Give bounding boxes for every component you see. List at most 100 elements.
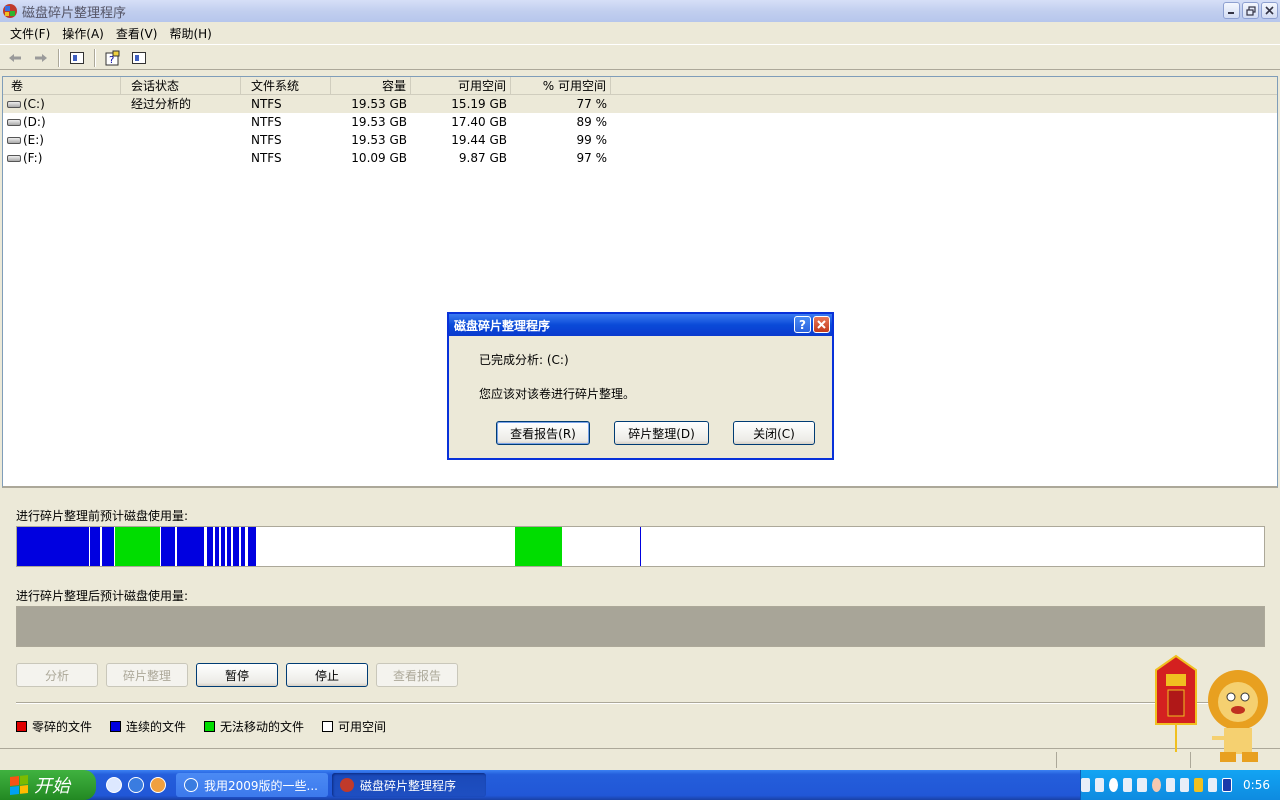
monitor-icon[interactable] — [1179, 778, 1189, 792]
lion-mascot-image — [1146, 652, 1280, 770]
keyboard-icon[interactable] — [1080, 778, 1091, 792]
taskbar-item-defrag[interactable]: 磁盘碎片整理程序 — [332, 773, 486, 797]
table-row[interactable]: (D:) NTFS 19.53 GB 17.40 GB 89 % — [3, 113, 1277, 131]
volume-status — [121, 113, 241, 131]
menu-bar: 文件(F) 操作(A) 查看(V) 帮助(H) — [0, 22, 1280, 45]
tray-app-icon[interactable] — [1151, 778, 1161, 792]
clock: 0:56 — [1243, 778, 1270, 792]
dialog-help-button[interactable]: ? — [794, 316, 811, 333]
legend-item: 无法移动的文件 — [204, 718, 304, 735]
chevron-left-icon[interactable] — [1109, 778, 1119, 792]
volume-status — [121, 149, 241, 167]
contiguous-segment — [233, 527, 239, 566]
start-button[interactable]: 开始 — [0, 770, 96, 800]
show-hide-console-tree-icon[interactable] — [66, 48, 88, 68]
volume-pct-free: 97 % — [576, 151, 608, 165]
window-title: 磁盘碎片整理程序 — [22, 5, 127, 21]
drive-icon — [7, 155, 21, 162]
volume-name: (E:) — [23, 133, 44, 147]
taskbar-item-browser[interactable]: 我用2009版的一些... — [176, 773, 328, 797]
defrag-dialog-button[interactable]: 碎片整理(D) — [614, 421, 709, 445]
menu-file[interactable]: 文件(F) — [4, 23, 56, 44]
menu-action[interactable]: 操作(A) — [56, 23, 110, 44]
toolbar: ? — [0, 46, 1280, 70]
legend-label: 无法移动的文件 — [220, 720, 305, 734]
tray-app-icon[interactable] — [1165, 778, 1175, 792]
dialog-message-recommendation: 您应该对该卷进行碎片整理。 — [479, 387, 636, 401]
quick-launch-app-icon[interactable] — [150, 777, 166, 793]
volume-capacity: 19.53 GB — [351, 115, 407, 129]
start-label: 开始 — [34, 776, 70, 797]
system-tray: 0:56 — [1080, 770, 1280, 800]
view-report-dialog-button[interactable]: 查看报告(R) — [496, 421, 590, 445]
ie-icon[interactable] — [128, 777, 144, 793]
legend-label: 零碎的文件 — [32, 720, 93, 734]
close-button[interactable] — [1261, 2, 1278, 19]
volume-fs: NTFS — [251, 97, 282, 111]
contiguous-segment — [215, 527, 219, 566]
contiguous-segment — [227, 527, 231, 566]
dialog-close-button[interactable] — [813, 316, 830, 333]
analyze-button[interactable]: 分析 — [16, 663, 98, 687]
col-header-volume[interactable]: 卷 — [3, 77, 121, 95]
col-header-file-system[interactable]: 文件系统 — [241, 77, 331, 95]
table-row[interactable]: (E:) NTFS 19.53 GB 19.44 GB 99 % — [3, 131, 1277, 149]
help-icon[interactable] — [1095, 778, 1105, 792]
help-icon[interactable]: ? — [102, 48, 124, 68]
divider — [16, 702, 1265, 704]
volume-capacity: 19.53 GB — [351, 97, 407, 111]
close-dialog-button[interactable]: 关闭(C) — [733, 421, 815, 445]
contiguous-swatch — [110, 721, 122, 732]
volume-name: (C:) — [23, 97, 45, 111]
show-desktop-icon[interactable] — [106, 777, 122, 793]
col-header-free-space[interactable]: 可用空间 — [411, 77, 511, 95]
volume-icon[interactable] — [1208, 778, 1218, 792]
contiguous-segment — [102, 527, 114, 566]
table-row[interactable]: (C:) 经过分析的 NTFS 19.53 GB 15.19 GB 77 % — [3, 95, 1277, 113]
tray-app-icon[interactable] — [1222, 778, 1233, 792]
minimize-button[interactable] — [1223, 2, 1240, 19]
back-arrow-icon[interactable] — [4, 48, 26, 68]
contiguous-segment — [17, 527, 89, 566]
volume-free: 19.44 GB — [451, 133, 507, 147]
contiguous-segment — [161, 527, 175, 566]
ie-icon — [184, 778, 198, 792]
tray-app-icon[interactable] — [1137, 778, 1147, 792]
volume-fs: NTFS — [251, 115, 282, 129]
free-space-swatch — [322, 721, 334, 732]
col-header-capacity[interactable]: 容量 — [331, 77, 411, 95]
table-row[interactable]: (F:) NTFS 10.09 GB 9.87 GB 97 % — [3, 149, 1277, 167]
title-bar: 磁盘碎片整理程序 — [0, 0, 1280, 22]
status-pane — [1056, 752, 1057, 768]
col-header-pct-free[interactable]: % 可用空间 — [511, 77, 611, 95]
menu-view[interactable]: 查看(V) — [110, 23, 164, 44]
restore-button[interactable] — [1242, 2, 1259, 19]
contiguous-segment — [248, 527, 256, 566]
legend: 零碎的文件 连续的文件 无法移动的文件 可用空间 — [16, 718, 386, 735]
legend-item: 可用空间 — [322, 718, 386, 735]
volume-list-header: 卷 会话状态 文件系统 容量 可用空间 % 可用空间 — [3, 77, 1277, 95]
unmovable-segment — [115, 527, 160, 566]
contiguous-segment — [640, 527, 641, 566]
contiguous-segment — [90, 527, 100, 566]
defrag-button[interactable]: 碎片整理 — [106, 663, 188, 687]
volume-pct-free: 99 % — [576, 133, 608, 147]
properties-icon[interactable] — [128, 48, 150, 68]
view-report-button[interactable]: 查看报告 — [376, 663, 458, 687]
task-label: 我用2009版的一些... — [204, 778, 318, 793]
col-header-session-status[interactable]: 会话状态 — [121, 77, 241, 95]
legend-label: 可用空间 — [338, 720, 387, 734]
umbrella-icon[interactable] — [1193, 778, 1204, 792]
toolbar-separator — [58, 48, 60, 67]
forward-arrow-icon[interactable] — [30, 48, 52, 68]
quick-launch — [106, 777, 166, 793]
drive-icon — [7, 101, 21, 108]
contiguous-segment — [177, 527, 204, 566]
status-bar — [0, 748, 1280, 770]
volume-fs: NTFS — [251, 151, 282, 165]
stop-button[interactable]: 停止 — [286, 663, 368, 687]
network-icon[interactable] — [1123, 778, 1133, 792]
pause-button[interactable]: 暂停 — [196, 663, 278, 687]
legend-label: 连续的文件 — [126, 720, 187, 734]
menu-help[interactable]: 帮助(H) — [163, 23, 217, 44]
